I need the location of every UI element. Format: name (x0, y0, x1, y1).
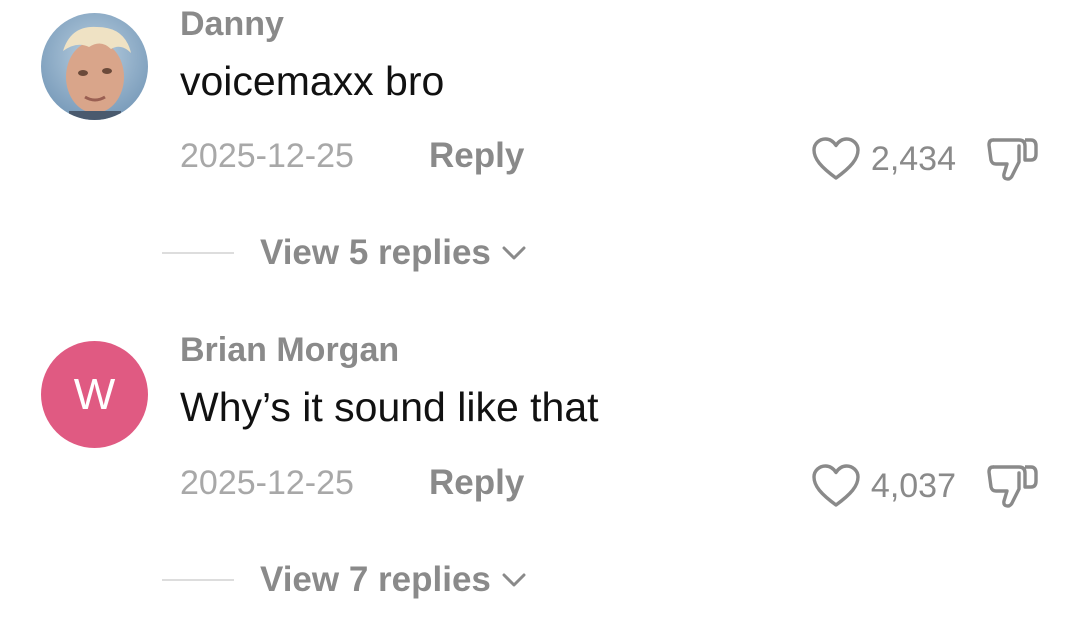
view-replies-button[interactable]: View 7 replies (162, 560, 527, 600)
like-count: 2,434 (870, 140, 956, 178)
username[interactable]: Danny (180, 4, 284, 44)
chevron-down-icon (502, 246, 526, 260)
comment-text: voicemaxx bro (180, 58, 445, 104)
like-button[interactable]: 2,434 (811, 136, 956, 182)
reply-button[interactable]: Reply (429, 136, 524, 176)
divider-line (162, 579, 234, 581)
heart-icon[interactable] (811, 463, 861, 509)
username[interactable]: Brian Morgan (180, 330, 399, 370)
divider-line (162, 252, 234, 254)
view-replies-button[interactable]: View 5 replies (162, 233, 527, 273)
dislike-icon[interactable] (985, 136, 1041, 182)
comment-text: Why’s it sound like that (180, 384, 599, 430)
reply-button[interactable]: Reply (429, 463, 524, 503)
avatar-photo (41, 13, 148, 120)
comment-date: 2025-12-25 (180, 464, 354, 502)
avatar[interactable] (41, 13, 148, 120)
comment-date: 2025-12-25 (180, 137, 354, 175)
chevron-down-icon (502, 573, 526, 587)
dislike-icon[interactable] (985, 463, 1041, 509)
like-button[interactable]: 4,037 (811, 463, 956, 509)
view-replies-label: View 5 replies (260, 233, 491, 272)
avatar[interactable]: W (41, 341, 148, 448)
view-replies-label: View 7 replies (260, 560, 491, 599)
heart-icon[interactable] (811, 136, 861, 182)
like-count: 4,037 (870, 467, 956, 505)
avatar-letter: W (73, 369, 116, 419)
